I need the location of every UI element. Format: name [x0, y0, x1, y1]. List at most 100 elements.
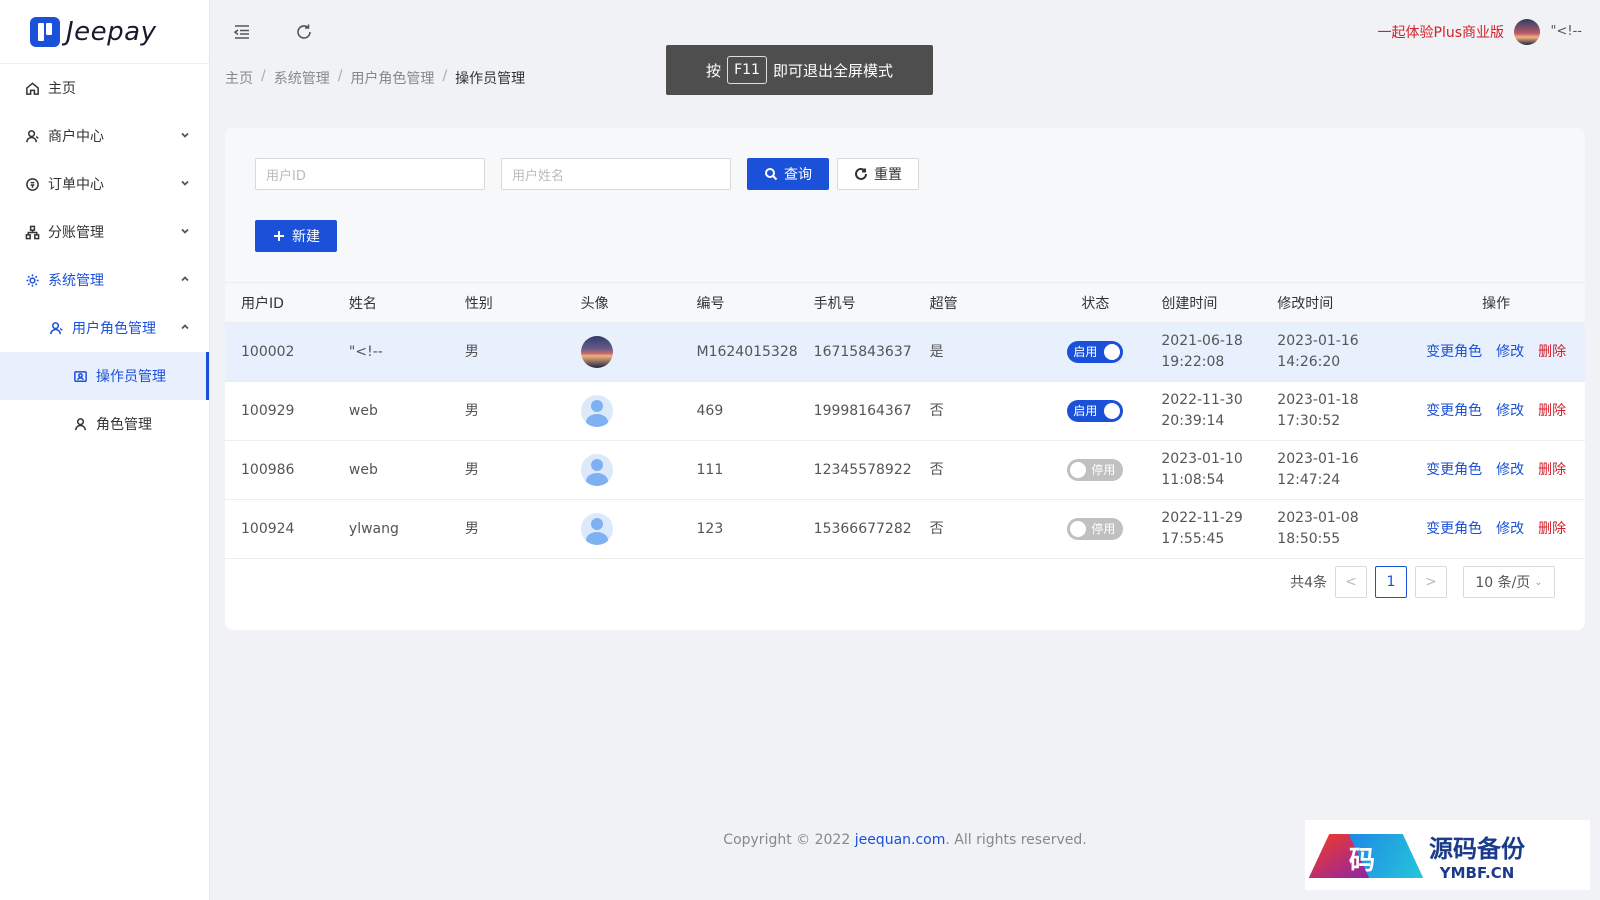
- column-header: 修改时间: [1261, 282, 1392, 323]
- refresh-icon[interactable]: [294, 22, 314, 42]
- status-toggle[interactable]: 停用: [1067, 459, 1124, 481]
- query-label: 查询: [784, 167, 812, 183]
- column-header: 性别: [448, 282, 565, 323]
- cell-code: 111: [680, 440, 798, 500]
- cell-phone: 12345578922: [797, 440, 914, 500]
- change-role-link[interactable]: 变更角色: [1426, 462, 1482, 478]
- table-row[interactable]: 100002 "<!-- 男 M1624015328 16715843637 是…: [225, 322, 1585, 382]
- cell-name: ylwang: [332, 499, 449, 559]
- cell-gender: 男: [448, 381, 565, 441]
- username[interactable]: "<!--: [1551, 24, 1582, 39]
- avatar[interactable]: [1514, 19, 1540, 45]
- cell-modified-time: 12:47:24: [1277, 472, 1341, 488]
- cell-admin: 否: [913, 381, 1030, 441]
- menu-fold-icon[interactable]: [232, 22, 252, 42]
- promo-link[interactable]: 一起体验Plus商业版: [1378, 22, 1505, 42]
- breadcrumb-item[interactable]: 系统管理: [274, 68, 330, 88]
- sidebar-item-label: 商户中心: [48, 129, 104, 145]
- cell-modified-time: 17:30:52: [1277, 413, 1341, 429]
- operator-table: 用户ID 姓名 性别 头像 编号 手机号 超管 状态 创建时间 修改时间 操作 …: [225, 282, 1585, 559]
- status-toggle[interactable]: 停用: [1067, 518, 1124, 540]
- cell-modified-date: 2023-01-16: [1277, 451, 1359, 467]
- edit-link[interactable]: 修改: [1496, 403, 1524, 419]
- delete-link[interactable]: 删除: [1538, 521, 1566, 537]
- chevron-down-icon: [179, 129, 191, 141]
- user-name-input[interactable]: 用户姓名: [501, 158, 731, 190]
- chevron-down-icon: [179, 177, 191, 189]
- sidebar-item-label: 分账管理: [48, 225, 104, 241]
- sidebar-item-role[interactable]: 角色管理: [0, 400, 209, 448]
- avatar: [580, 336, 613, 368]
- footer-link[interactable]: jeequan.com: [855, 832, 946, 848]
- cell-created-time: 19:22:08: [1161, 354, 1225, 370]
- app-logo[interactable]: Jeepay: [0, 0, 209, 64]
- sidebar-item-label: 系统管理: [48, 273, 104, 289]
- delete-link[interactable]: 删除: [1538, 403, 1566, 419]
- cell-modified-date: 2023-01-16: [1277, 333, 1359, 349]
- default-avatar-icon: [580, 454, 613, 486]
- watermark-glyph: 码: [1349, 846, 1376, 876]
- cell-gender: 男: [448, 322, 565, 382]
- cell-admin: 否: [913, 440, 1030, 500]
- cell-created-time: 20:39:14: [1161, 413, 1225, 429]
- status-toggle[interactable]: 启用: [1067, 341, 1124, 363]
- table-row[interactable]: 100986 web 男 111 12345578922 否 停用 2023-0…: [225, 440, 1585, 500]
- content-card: 用户ID 用户姓名 查询 重置 新建 用户ID 姓名 性别 头像 编号 手机号 …: [225, 128, 1585, 630]
- sidebar-menu: 主页 商户中心 订单中心 分账管理 系统管理 用户角色管理 操作员管理 角色管理: [0, 64, 209, 448]
- sidebar-item-home[interactable]: 主页: [0, 64, 209, 112]
- sidebar-item-label: 主页: [48, 81, 76, 97]
- edit-link[interactable]: 修改: [1496, 344, 1524, 360]
- toast-key: F11: [727, 56, 767, 84]
- sidebar-item-operator[interactable]: 操作员管理: [0, 352, 209, 400]
- cell-user-id: 100924: [225, 499, 333, 559]
- page-button[interactable]: 1: [1375, 566, 1407, 598]
- user-id-input[interactable]: 用户ID: [255, 158, 485, 190]
- edit-link[interactable]: 修改: [1496, 462, 1524, 478]
- new-button[interactable]: 新建: [255, 220, 337, 252]
- sidebar-item-merchant[interactable]: 商户中心: [0, 112, 209, 160]
- cell-phone: 15366677282: [797, 499, 914, 559]
- sidebar: Jeepay 主页 商户中心 订单中心 分账管理 系统管理 用户角色管理 操作员…: [0, 0, 210, 900]
- watermark-icon: 码: [1308, 826, 1424, 884]
- column-header: 头像: [564, 282, 681, 323]
- sidebar-item-order[interactable]: 订单中心: [0, 160, 209, 208]
- breadcrumb-current: 操作员管理: [455, 71, 526, 87]
- fullscreen-toast: 按 F11 即可退出全屏模式: [666, 45, 933, 95]
- page-size-select[interactable]: 10 条/页 ⌄: [1463, 566, 1555, 598]
- next-page-button[interactable]: >: [1415, 566, 1447, 598]
- change-role-link[interactable]: 变更角色: [1426, 344, 1482, 360]
- cell-code: M1624015328: [680, 322, 798, 382]
- merchant-icon: [24, 128, 40, 144]
- default-avatar-icon: [580, 513, 613, 545]
- sidebar-item-user-role[interactable]: 用户角色管理: [0, 304, 209, 352]
- footer-prefix: Copyright © 2022: [723, 832, 855, 848]
- breadcrumb-item[interactable]: 主页: [225, 68, 253, 88]
- prev-page-button[interactable]: <: [1335, 566, 1367, 598]
- cell-created-time: 17:55:45: [1161, 531, 1225, 547]
- delete-link[interactable]: 删除: [1538, 462, 1566, 478]
- cell-modified-date: 2023-01-18: [1277, 392, 1359, 408]
- column-header: 创建时间: [1145, 282, 1262, 323]
- cell-name: web: [332, 440, 449, 500]
- status-toggle[interactable]: 启用: [1067, 400, 1124, 422]
- cell-modified-time: 14:26:20: [1277, 354, 1341, 370]
- breadcrumb: 主页 / 系统管理 / 用户角色管理 / 操作员管理: [225, 68, 526, 88]
- cell-phone: 16715843637: [797, 322, 914, 382]
- breadcrumb-item[interactable]: 用户角色管理: [350, 68, 434, 88]
- table-row[interactable]: 100924 ylwang 男 123 15366677282 否 停用 202…: [225, 499, 1585, 559]
- delete-link[interactable]: 删除: [1538, 344, 1566, 360]
- sidebar-item-system[interactable]: 系统管理: [0, 256, 209, 304]
- table-row[interactable]: 100929 web 男 469 19998164367 否 启用 2022-1…: [225, 381, 1585, 441]
- sidebar-item-split[interactable]: 分账管理: [0, 208, 209, 256]
- change-role-link[interactable]: 变更角色: [1426, 521, 1482, 537]
- reset-button[interactable]: 重置: [837, 158, 919, 190]
- edit-link[interactable]: 修改: [1496, 521, 1524, 537]
- cell-created-date: 2023-01-10: [1161, 451, 1243, 467]
- sidebar-item-label: 订单中心: [48, 177, 104, 193]
- home-icon: [24, 80, 40, 96]
- change-role-link[interactable]: 变更角色: [1426, 403, 1482, 419]
- column-header: 编号: [680, 282, 798, 323]
- gear-icon: [24, 272, 40, 288]
- cell-modified-time: 18:50:55: [1277, 531, 1341, 547]
- query-button[interactable]: 查询: [747, 158, 829, 190]
